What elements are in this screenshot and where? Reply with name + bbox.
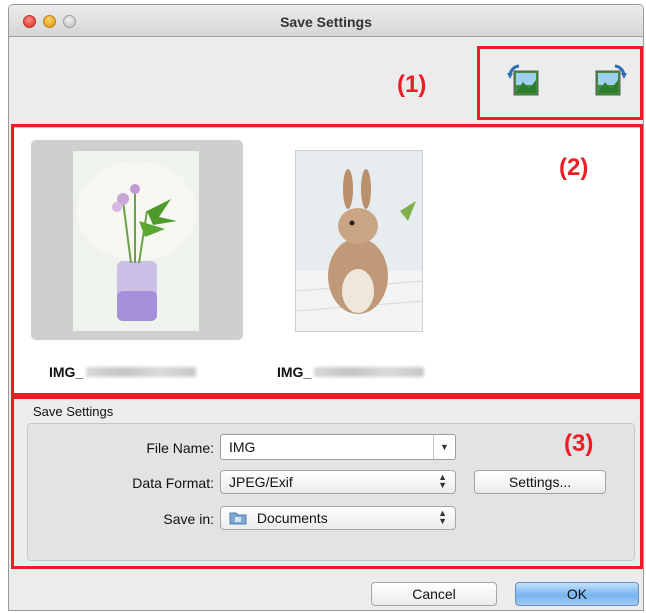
callout-2-box [11, 124, 643, 396]
callout-1: (1) [397, 71, 427, 98]
callout-3-box [11, 396, 643, 569]
ok-button[interactable]: OK [515, 582, 639, 606]
toolbar: (1) [9, 38, 643, 126]
cancel-button[interactable]: Cancel [371, 582, 497, 606]
rotate-left-icon[interactable] [505, 62, 543, 100]
title-bar: Save Settings [9, 5, 643, 37]
rotate-right-icon[interactable] [591, 62, 629, 100]
save-settings-window: Save Settings (1) IMG_ IMG_ (2) Save Set… [8, 4, 644, 611]
window-title: Save Settings [280, 14, 372, 30]
